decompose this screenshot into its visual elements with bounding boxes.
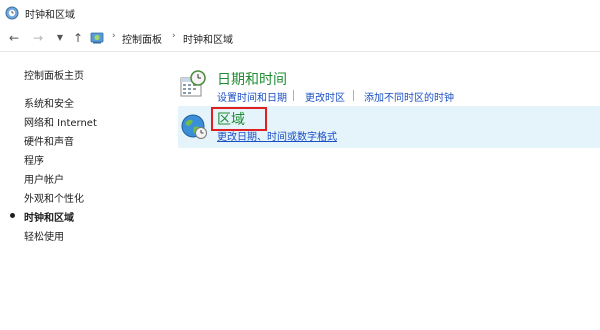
breadcrumb-separator-icon: › xyxy=(172,31,176,41)
link-divider xyxy=(293,90,294,101)
sidebar-item-network-internet[interactable]: 网络和 Internet xyxy=(24,114,97,129)
active-bullet-icon xyxy=(10,213,15,218)
sidebar-home-link[interactable]: 控制面板主页 xyxy=(24,67,84,82)
sidebar-item-hardware-sound[interactable]: 硬件和声音 xyxy=(24,133,74,148)
back-arrow-icon[interactable]: ← xyxy=(6,30,22,46)
change-timezone-link[interactable]: 更改时区 xyxy=(305,89,345,104)
sidebar-item-ease-of-access[interactable]: 轻松使用 xyxy=(24,228,64,243)
forward-arrow-icon[interactable]: → xyxy=(30,30,46,46)
region-title[interactable]: 区域 xyxy=(217,109,245,129)
title-bar: 时钟和区域 xyxy=(0,0,600,26)
sidebar-item-system-security[interactable]: 系统和安全 xyxy=(24,95,74,110)
sidebar-item-appearance[interactable]: 外观和个性化 xyxy=(24,190,84,205)
sidebar-item-user-accounts[interactable]: 用户帐户 xyxy=(24,171,64,186)
date-time-section: 日期和时间 设置时间和日期 更改时区 添加不同时区的时钟 xyxy=(180,66,600,106)
clock-region-app-icon xyxy=(5,6,19,20)
control-panel-icon xyxy=(90,32,104,44)
up-arrow-icon[interactable]: ↑ xyxy=(70,30,86,46)
breadcrumb-separator-icon: › xyxy=(112,31,116,41)
sidebar: 控制面板主页 系统和安全 网络和 Internet 硬件和声音 程序 用户帐户 … xyxy=(0,52,170,330)
window-title: 时钟和区域 xyxy=(25,10,75,21)
sidebar-item-clock-region[interactable]: 时钟和区域 xyxy=(24,209,74,224)
breadcrumb-control-panel[interactable]: 控制面板 xyxy=(122,31,162,46)
set-time-date-link[interactable]: 设置时间和日期 xyxy=(217,89,287,104)
region-section[interactable]: 区域 更改日期、时间或数字格式 xyxy=(178,106,600,148)
chevron-down-icon[interactable]: ▼ xyxy=(52,30,68,46)
date-time-title[interactable]: 日期和时间 xyxy=(217,69,287,89)
address-bar: ← → ▼ ↑ › 控制面板 › 时钟和区域 xyxy=(0,26,600,52)
globe-clock-icon[interactable] xyxy=(181,112,207,140)
breadcrumb-clock-region[interactable]: 时钟和区域 xyxy=(183,31,233,46)
sidebar-item-programs[interactable]: 程序 xyxy=(24,152,44,167)
calendar-clock-icon[interactable] xyxy=(180,70,206,98)
link-divider xyxy=(353,90,354,101)
change-format-link[interactable]: 更改日期、时间或数字格式 xyxy=(217,128,337,143)
add-clocks-link[interactable]: 添加不同时区的时钟 xyxy=(364,89,454,104)
